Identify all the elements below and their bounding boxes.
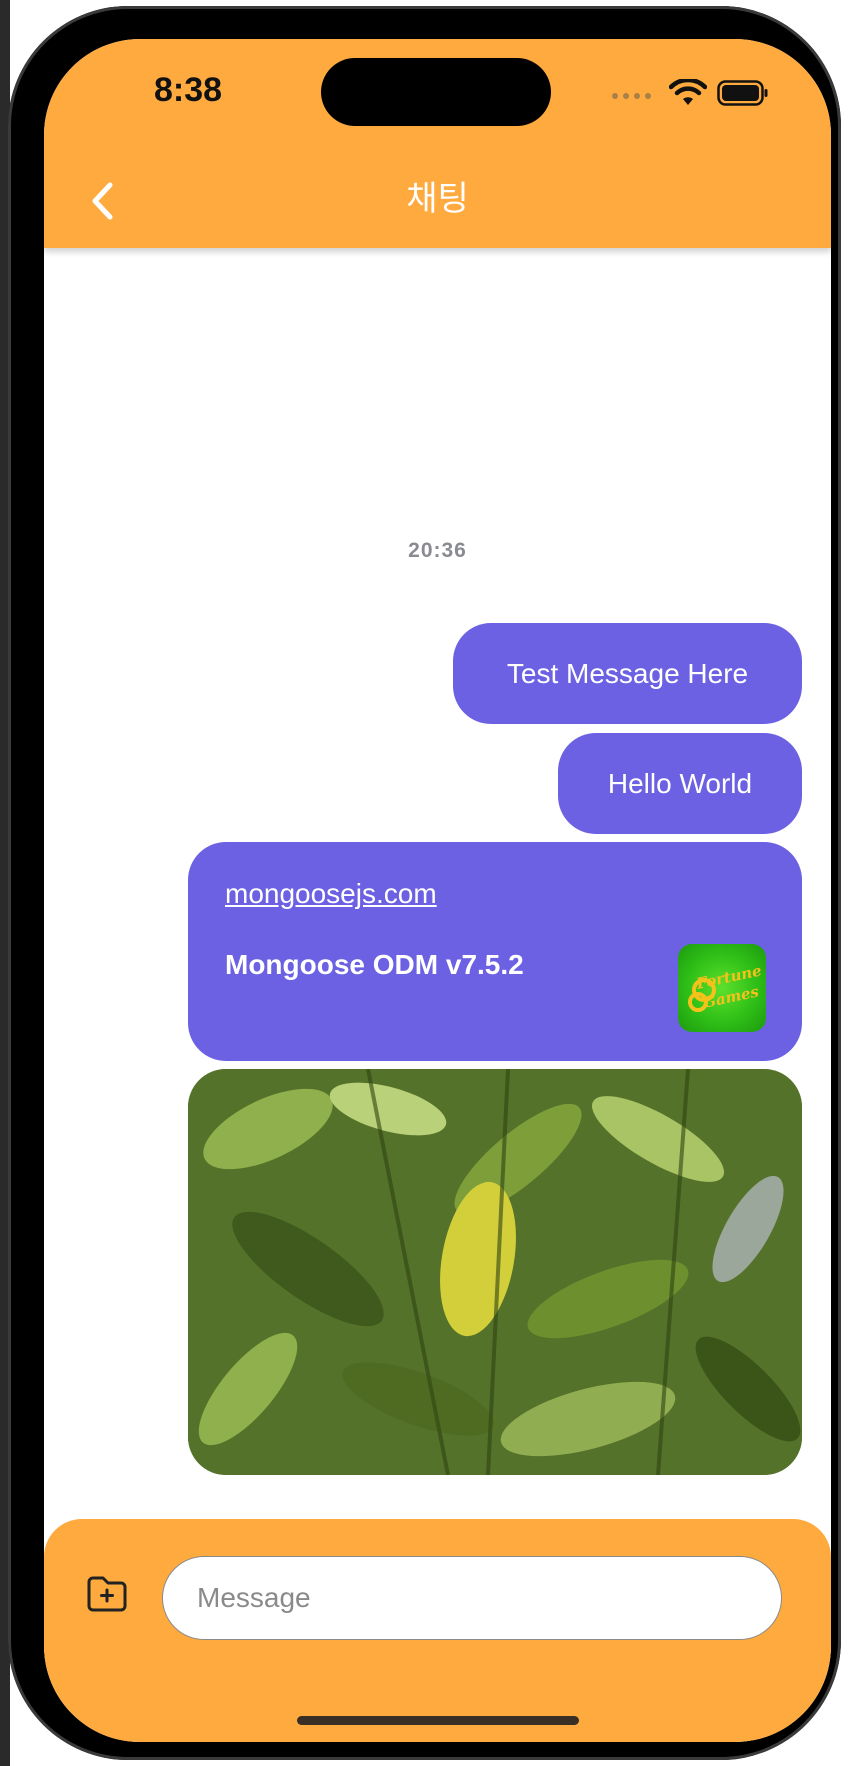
chat-screen: 8:38 채팅 20:36 Test Message Here Hello Wo… [44, 39, 831, 1742]
battery-icon [717, 80, 769, 111]
link-preview-card[interactable]: mongoosejs.com Mongoose ODM v7.5.2 Fortu… [188, 842, 802, 1061]
wifi-icon [668, 77, 708, 112]
phone-frame: 8:38 채팅 20:36 Test Message Here Hello Wo… [8, 6, 841, 1760]
message-bubble[interactable]: Hello World [558, 733, 802, 834]
composer-bar [44, 1519, 831, 1742]
home-indicator [297, 1716, 579, 1725]
link-thumbnail-logo: Fortune Games [678, 944, 766, 1032]
link-url[interactable]: mongoosejs.com [225, 878, 437, 910]
dynamic-island [321, 58, 551, 126]
status-icons [612, 77, 769, 112]
message-text: Test Message Here [506, 657, 749, 689]
page-title: 채팅 [406, 180, 469, 218]
link-title: Mongoose ODM v7.5.2 [225, 949, 524, 980]
folder-plus-icon [85, 1574, 129, 1619]
message-timestamp: 20:36 [408, 539, 467, 562]
status-time: 8:38 [154, 71, 223, 109]
message-bubble[interactable]: Test Message Here [453, 623, 802, 724]
leaves-photo-icon [188, 1069, 802, 1475]
image-message[interactable] [188, 1069, 802, 1475]
message-text: Hello World [607, 767, 753, 799]
attach-button[interactable] [82, 1571, 132, 1621]
signal-dots-icon [612, 92, 651, 99]
message-input[interactable] [162, 1556, 782, 1640]
header-bar: 8:38 채팅 [44, 39, 831, 248]
